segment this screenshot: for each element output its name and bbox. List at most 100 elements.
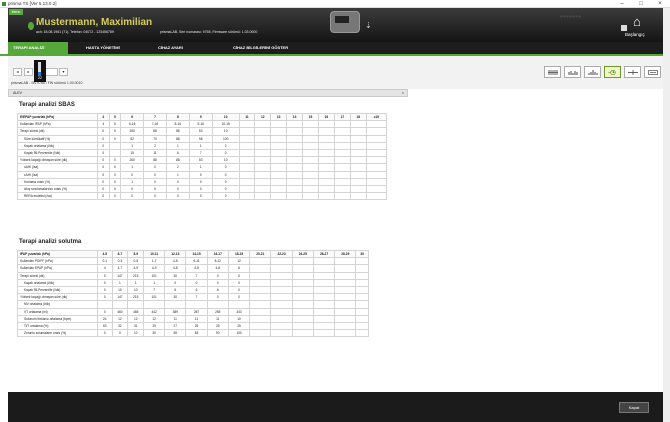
next-date-button[interactable]: ▸: [24, 68, 33, 76]
table-cell: 0: [143, 184, 167, 194]
table-cell: 25: [206, 321, 229, 331]
pressure-value: 22: [38, 76, 42, 80]
table-cell: 0: [165, 177, 190, 186]
table-cell: 9-16: [188, 120, 213, 129]
clock-chart-icon[interactable]: [604, 66, 621, 78]
header-cell: 30: [355, 249, 369, 259]
table-cell: [334, 329, 357, 338]
header-cell: 14-15: [185, 249, 208, 259]
table-cell: 0: [188, 170, 213, 179]
header-cell: 13: [270, 112, 288, 122]
row-label: Kaçak ortalama (l/dk): [17, 141, 98, 150]
histogram-icon[interactable]: [584, 66, 601, 78]
table-cell: [334, 307, 357, 316]
table-cell: [333, 192, 351, 201]
table-cell: [312, 293, 336, 302]
table-cell: [249, 321, 272, 331]
table-cell: [333, 120, 351, 129]
table-cell: [291, 329, 314, 338]
firmware-info: prismaLAB - SN 9765 / FW sürümü 1.00.001…: [11, 81, 83, 85]
table-cell: 0: [227, 271, 251, 280]
table-cell: [312, 285, 336, 295]
table-cell: 0: [97, 184, 110, 194]
table-cell: [254, 141, 272, 150]
table-cell: 442: [143, 307, 166, 316]
table-cell: 0: [164, 278, 187, 287]
table-cell: [355, 300, 369, 309]
close-window-button[interactable]: ×: [652, 0, 668, 8]
device-view-icon[interactable]: [644, 66, 661, 78]
table-header-row: IPAP yuvarlak (hPa) 4-5 6-7 8-9 10-11 12-13 14…: [17, 249, 369, 259]
row-label: MV ortalama (l/dk): [17, 300, 98, 309]
table-cell: 0: [211, 141, 240, 150]
table-cell: [108, 148, 122, 158]
table-cell: [355, 314, 369, 323]
table-cell: [270, 300, 293, 309]
table-cell: [333, 141, 351, 150]
table-cell: [270, 264, 293, 273]
table-cell: [291, 293, 314, 302]
tab-therapy-analysis[interactable]: TERAPİ ANALİZİ: [8, 42, 68, 54]
header-cell: 16: [317, 112, 335, 122]
table-cell: [334, 264, 357, 273]
device-info: prismaLAB, Seri numarası: 9765, Firmware…: [160, 30, 258, 34]
home-button[interactable]: ⌂ Başlangıç: [621, 14, 661, 40]
date-dropdown-button[interactable]: ▾: [59, 68, 68, 76]
table-cell: 0: [108, 127, 122, 136]
table-cell: 260: [120, 127, 145, 136]
header-cell: 4-5: [97, 249, 113, 259]
table-cell: [334, 285, 357, 295]
table-cell: 215: [127, 271, 145, 280]
table-cell: 2: [143, 141, 167, 150]
table-cell: [355, 307, 369, 316]
pressure-level-popup[interactable]: 22: [34, 60, 46, 82]
table-cell: 100: [211, 134, 240, 143]
table-cell: 0: [188, 177, 213, 186]
table-row: RERA endeksi (/sa) 0 0 0 0 0 0 0: [17, 192, 388, 201]
split-view-icon[interactable]: [624, 66, 641, 78]
patient-info: ach: 18.08.1961 (71), Telefon: 04072 - 1…: [36, 30, 114, 34]
row-label: cAHI (/sa): [17, 170, 98, 179]
table-cell: [270, 285, 293, 295]
close-button[interactable]: Kapat: [619, 402, 649, 413]
table-cell: 12: [227, 257, 251, 266]
table-cell: 29: [143, 321, 166, 331]
table-row: Süre kümülatif (%) 0 0 52 70 88 98 100: [17, 134, 388, 143]
tab-device-settings[interactable]: CİHAZ AYARI: [158, 42, 183, 54]
table-cell: 98: [188, 134, 213, 143]
table-cell: 1-7: [143, 257, 166, 266]
window-scrollbar[interactable]: [663, 8, 670, 422]
menu-button[interactable]: Menu: [9, 9, 23, 15]
table-cell: [291, 314, 314, 323]
table-cell: [317, 177, 335, 186]
list-view-icon[interactable]: [544, 66, 561, 78]
table-row: Yüksek kaçağı olmayan süre (dk) 0 147 215 10…: [17, 293, 369, 302]
table-cell: 0: [108, 163, 122, 172]
table-cell: 27: [164, 321, 187, 331]
bar-chart-icon[interactable]: [564, 66, 581, 78]
table-cell: 0: [108, 192, 122, 201]
table-cell: [349, 156, 367, 165]
table-cell: [302, 177, 319, 186]
prev-date-button[interactable]: ◂: [13, 68, 22, 76]
table-cell: [270, 120, 288, 129]
header-cell: 18-19: [227, 249, 251, 259]
table-cell: [334, 257, 357, 266]
table-cell: 4-8: [164, 257, 187, 266]
tab-device-info[interactable]: CİHAZ BİLGİLERİNİ GÖSTER: [233, 42, 288, 54]
tab-patient-management[interactable]: HASTA YÖNETİMİ: [86, 42, 120, 54]
table-cell: [302, 127, 319, 136]
header-cell: 4: [97, 112, 110, 122]
table-cell: [334, 314, 357, 323]
table-cell: [302, 156, 319, 165]
table-cell: 6: [206, 285, 229, 295]
table-cell: 0: [97, 127, 110, 136]
minimize-button[interactable]: –: [614, 0, 630, 8]
table-cell: 4: [97, 264, 113, 273]
table-cell: 0: [97, 170, 110, 179]
table-cell: [291, 285, 314, 295]
maximize-button[interactable]: □: [633, 0, 649, 8]
panel-close-button[interactable]: ×: [402, 90, 404, 96]
table-cell: [302, 163, 319, 172]
table-cell: [317, 148, 335, 158]
